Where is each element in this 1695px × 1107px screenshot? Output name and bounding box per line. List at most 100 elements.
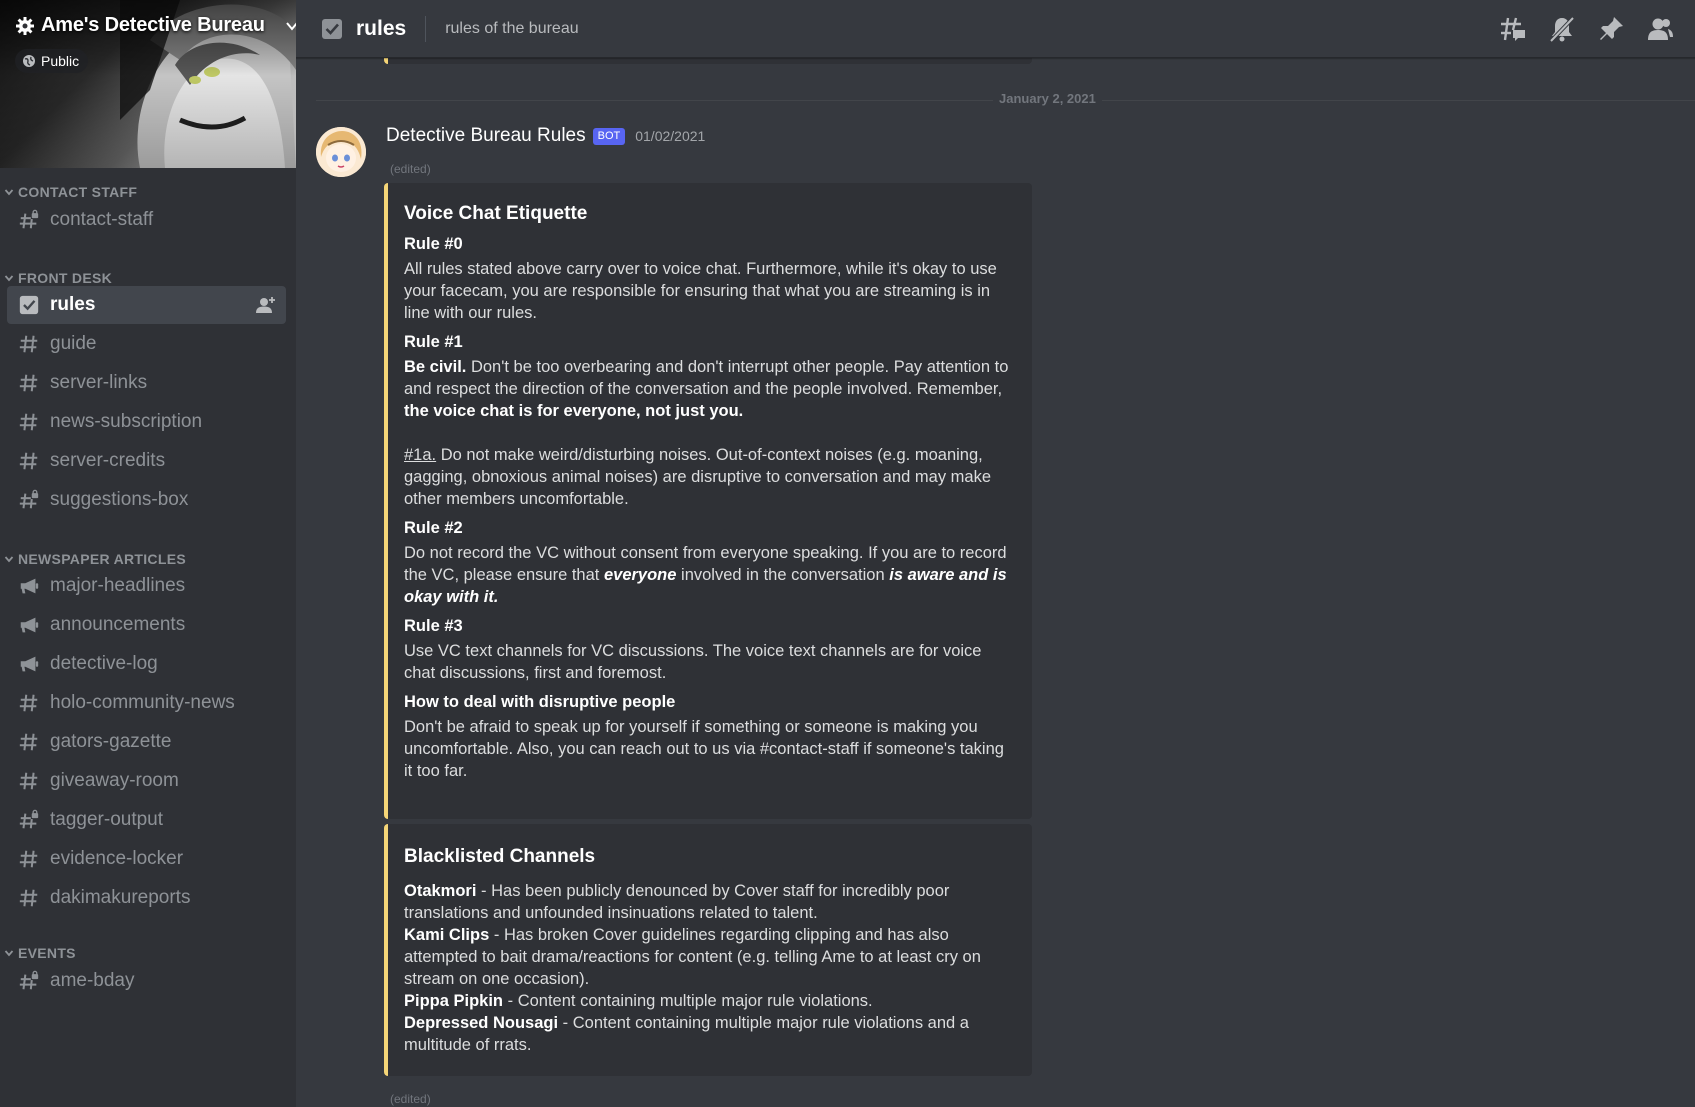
public-badge-label: Public	[41, 53, 80, 69]
hash-lock-icon	[19, 970, 39, 990]
channel-item-major-headlines[interactable]: major-headlines	[7, 567, 286, 605]
channel-item-ame-bday[interactable]: ame-bday	[7, 962, 286, 1000]
rule-1a-body: Do not make weird/disturbing noises. Out…	[404, 446, 991, 508]
disruptive-people-field: How to deal with disruptive people Don't…	[404, 692, 1014, 782]
rule-3-field: Rule #3 Use VC text channels for VC disc…	[404, 616, 1014, 684]
category-label: NEWSPAPER ARTICLES	[18, 551, 186, 567]
invite-user-icon[interactable]	[256, 296, 276, 314]
channel-label: rules	[50, 294, 96, 315]
channel-item-rules[interactable]: rules	[7, 286, 286, 324]
megaphone-icon	[20, 617, 39, 633]
category-contact-staff[interactable]: CONTACT STAFF	[0, 182, 137, 202]
channel-label: announcements	[50, 614, 186, 635]
channel-item-server-links[interactable]: server-links	[7, 364, 286, 402]
rule-0-text: All rules stated above carry over to voi…	[404, 260, 997, 322]
category-label: CONTACT STAFF	[18, 184, 138, 200]
channel-item-holo-community-news[interactable]: holo-community-news	[7, 684, 286, 722]
channel-label: holo-community-news	[50, 692, 235, 713]
edited-label-bottom: (edited)	[390, 1092, 431, 1106]
hash-icon	[19, 694, 38, 712]
pin-icon[interactable]	[1597, 15, 1625, 43]
rule-2-name: Rule #2	[404, 519, 463, 537]
blacklisted-channels-embed: Blacklisted Channels Otakmori - Has been…	[384, 824, 1032, 1076]
blacklist-entry-name: Kami Clips	[404, 926, 490, 944]
channel-item-evidence-locker[interactable]: evidence-locker	[7, 840, 286, 878]
rule-2-text: Do not record the VC without consent fro…	[404, 542, 1014, 608]
chevron-down-icon	[4, 275, 14, 282]
channel-item-announcements[interactable]: announcements	[7, 606, 286, 644]
rule-1-text: Be civil. Don't be too overbearing and d…	[404, 356, 1014, 422]
channel-item-server-credits[interactable]: server-credits	[7, 442, 286, 480]
rules-check-icon	[322, 18, 342, 39]
channel-item-guide[interactable]: guide	[7, 325, 286, 363]
server-name-header[interactable]: Ame's Detective Bureau	[15, 14, 296, 37]
channel-item-giveaway-room[interactable]: giveaway-room	[7, 762, 286, 800]
hash-icon	[19, 335, 38, 353]
blacklist-entry: Pippa Pipkin - Content containing multip…	[404, 990, 1014, 1012]
blacklist-entry: Otakmori - Has been publicly denounced b…	[404, 880, 1014, 924]
rules-check-icon	[19, 295, 39, 315]
avatar-image	[316, 127, 366, 177]
threads-icon[interactable]	[1499, 15, 1527, 43]
megaphone-icon	[20, 578, 39, 594]
server-banner: Ame's Detective Bureau Public	[0, 0, 296, 168]
bot-avatar[interactable]	[316, 127, 366, 177]
hash-lock-icon	[19, 489, 39, 509]
category-events[interactable]: EVENTS	[0, 943, 76, 963]
channel-item-news-subscription[interactable]: news-subscription	[7, 403, 286, 441]
channel-label: detective-log	[50, 653, 158, 674]
rule-1-lead: Be civil.	[404, 358, 467, 376]
blacklist-entry-reason: - Has broken Cover guidelines regarding …	[404, 926, 981, 988]
rule-1-emphasis: the voice chat is for everyone, not just…	[404, 402, 744, 420]
date-divider-label: January 2, 2021	[993, 91, 1102, 106]
rule-0-name: Rule #0	[404, 235, 463, 253]
channel-item-dakimakureports[interactable]: dakimakureports	[7, 879, 286, 917]
message-header: Detective Bureau Rules BOT 01/02/2021	[386, 125, 705, 147]
blacklist-entry: Depressed Nousagi - Content containing m…	[404, 1012, 1014, 1056]
channel-item-suggestions-box[interactable]: suggestions-box	[7, 481, 286, 519]
public-badge[interactable]: Public	[15, 49, 89, 73]
hash-icon	[19, 850, 38, 868]
channel-item-detective-log[interactable]: detective-log	[7, 645, 286, 683]
blacklist-entry-name: Otakmori	[404, 882, 477, 900]
megaphone-icon	[20, 656, 39, 672]
hash-lock-icon	[19, 809, 39, 829]
rule-1-body: Don't be too overbearing and don't inter…	[404, 358, 1009, 398]
channel-label: tagger-output	[50, 809, 164, 830]
topic-divider	[425, 15, 427, 42]
channel-topic[interactable]: rules of the bureau	[445, 20, 578, 38]
blacklist-entry-reason: - Has been publicly denounced by Cover s…	[404, 882, 950, 922]
category-newspaper-articles[interactable]: NEWSPAPER ARTICLES	[0, 549, 186, 569]
hash-icon	[19, 374, 38, 392]
category-label: FRONT DESK	[18, 270, 112, 286]
chevron-down-icon	[4, 556, 14, 563]
channel-label: guide	[50, 333, 97, 354]
hash-icon	[19, 733, 38, 751]
notification-mute-icon[interactable]	[1548, 15, 1576, 43]
message-author[interactable]: Detective Bureau Rules	[386, 125, 586, 147]
channel-item-tagger-output[interactable]: tagger-output	[7, 801, 286, 839]
header-toolbar	[1499, 0, 1695, 58]
disruptive-people-text: Don't be afraid to speak up for yourself…	[404, 718, 1004, 780]
channel-label: server-credits	[50, 450, 166, 471]
members-icon[interactable]	[1646, 15, 1674, 43]
rule-3-text: Use VC text channels for VC discussions.…	[404, 642, 982, 682]
blacklist-entries: Otakmori - Has been publicly denounced b…	[404, 880, 1014, 1056]
channel-label: server-links	[50, 372, 148, 393]
rule-0-field: Rule #0 All rules stated above carry ove…	[404, 234, 1014, 324]
channel-item-contact-staff[interactable]: contact-staff	[7, 201, 286, 239]
hash-icon	[19, 889, 38, 907]
channel-label: major-headlines	[50, 575, 186, 596]
blacklist-entry-reason: - Content containing multiple major rule…	[503, 992, 873, 1010]
category-front-desk[interactable]: FRONT DESK	[0, 268, 112, 288]
channel-label: news-subscription	[50, 411, 203, 432]
channel-item-gators-gazette[interactable]: gators-gazette	[7, 723, 286, 761]
message-timestamp[interactable]: 01/02/2021	[635, 128, 705, 144]
blacklist-entry-name: Pippa Pipkin	[404, 992, 504, 1010]
rule-1-field: Rule #1 Be civil. Don't be too overbeari…	[404, 332, 1014, 510]
channel-label: suggestions-box	[50, 489, 189, 510]
category-label: EVENTS	[18, 945, 76, 961]
chevron-down-icon	[286, 21, 296, 31]
hash-icon	[19, 413, 38, 431]
channel-title: rules	[356, 16, 407, 40]
